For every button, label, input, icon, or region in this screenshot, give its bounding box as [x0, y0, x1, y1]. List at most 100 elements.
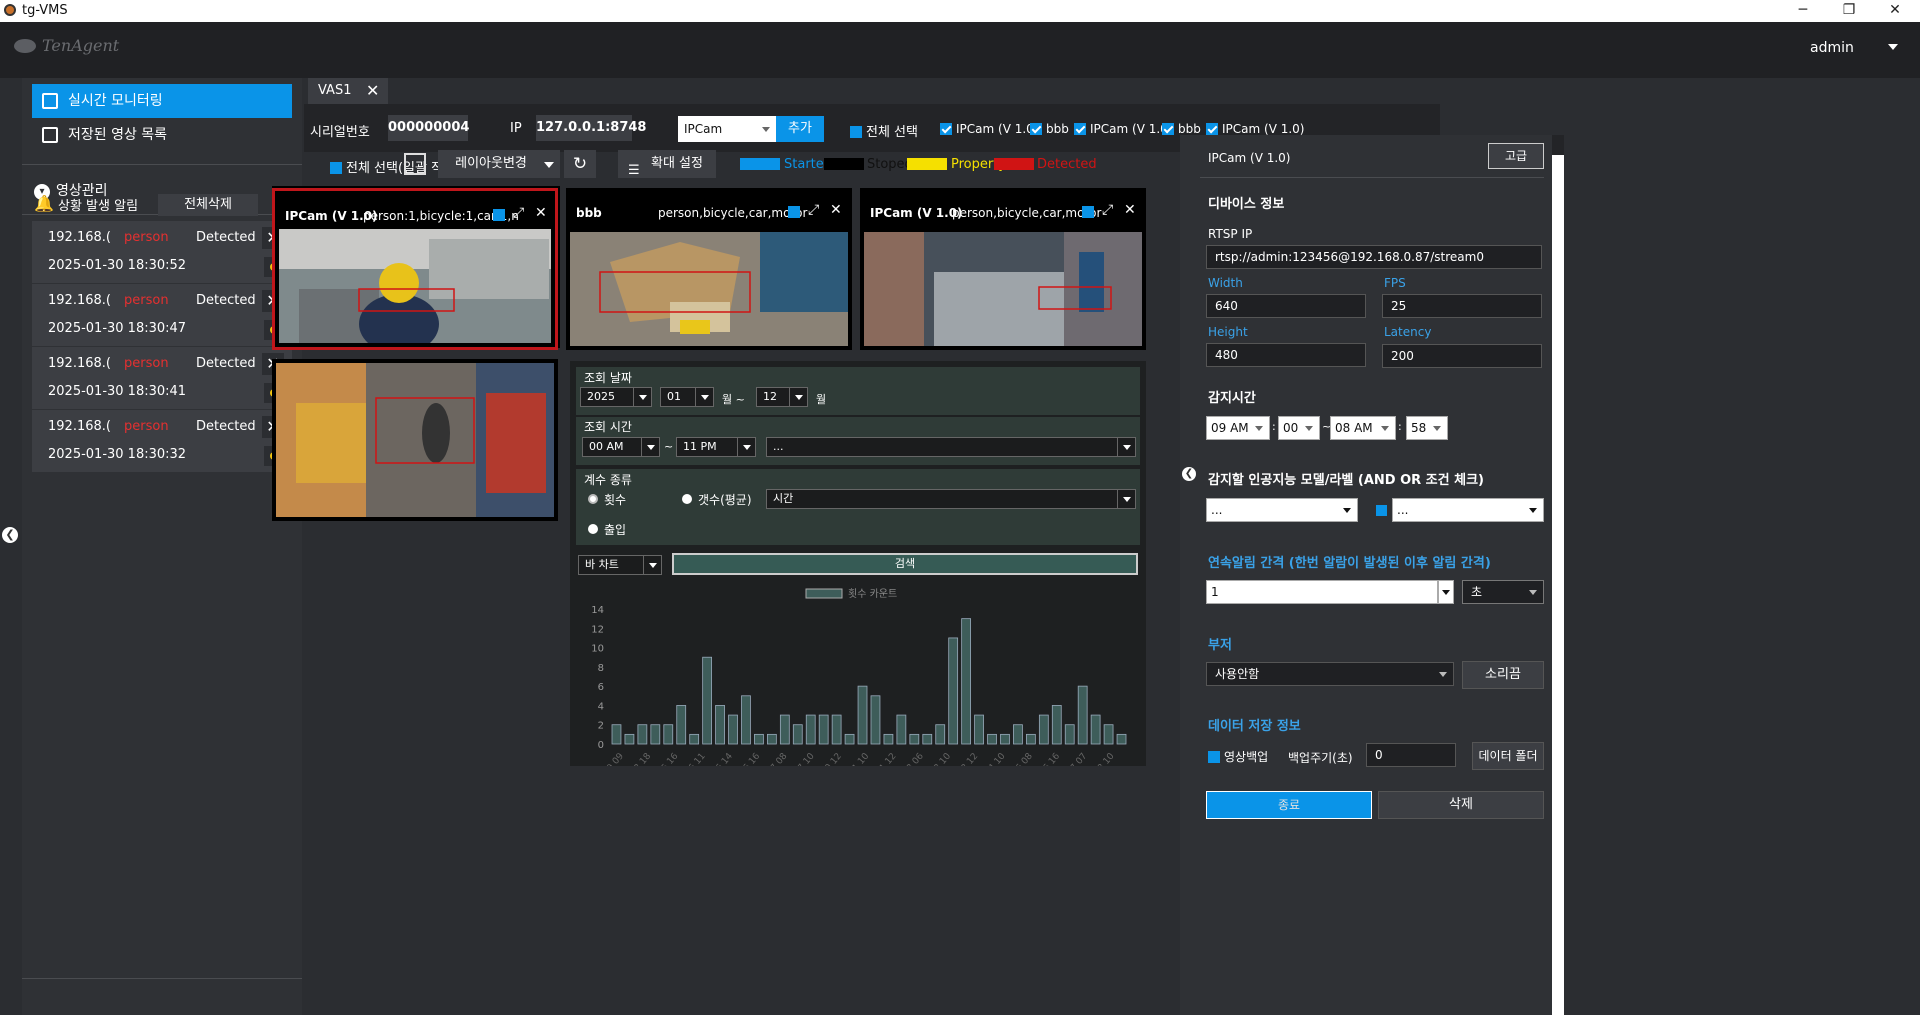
logo-text: TenAgent	[42, 36, 120, 55]
interval-spinner[interactable]	[1438, 580, 1454, 604]
count-type-label: 계수 종류	[584, 473, 632, 487]
bar	[715, 705, 725, 745]
weekday-select[interactable]: ...	[766, 437, 1136, 457]
nav-saved-videos[interactable]: 저장된 영상 목록	[32, 118, 292, 152]
bar	[766, 733, 777, 745]
radio-count[interactable]: 횟수	[588, 491, 626, 508]
video-frame	[276, 363, 554, 517]
window-title: tg-VMS	[22, 3, 68, 18]
bar	[844, 733, 855, 745]
x-tick-label: 16 11	[683, 752, 707, 766]
camera-video-feed	[279, 207, 551, 343]
label-select[interactable]: ...	[1392, 498, 1544, 522]
month-from-select[interactable]: 01	[660, 387, 714, 407]
collapse-right-icon[interactable]: ❮	[1182, 467, 1196, 481]
search-button[interactable]: 검색	[672, 553, 1138, 575]
x-tick-label: 21 10	[847, 751, 871, 766]
collapse-left-icon[interactable]: ❮	[2, 527, 18, 543]
period-select[interactable]: 시간	[766, 489, 1136, 509]
close-window-button[interactable]: ✕	[1872, 0, 1918, 22]
time-to-select[interactable]: 11 PM	[676, 437, 756, 457]
grid-toggle-checkbox[interactable]	[404, 153, 426, 175]
ip-input[interactable]: 127.0.0.1:8748	[536, 115, 646, 141]
monitor-icon	[42, 93, 58, 109]
month-to-value: 12	[763, 390, 777, 403]
radio-label: 출입	[604, 523, 627, 537]
model-select[interactable]: ...	[1206, 498, 1358, 522]
scrollbar-thumb[interactable]	[1552, 155, 1564, 1015]
interval-title: 연속알림 간격 (한번 알람이 발생된 이후 알림 간격)	[1208, 556, 1491, 571]
start-minute-select[interactable]: 00	[1278, 416, 1320, 440]
maximize-button[interactable]: ❐	[1826, 0, 1872, 22]
end-minute-select[interactable]: 58	[1406, 416, 1448, 440]
fps-input[interactable]: 25	[1382, 294, 1542, 318]
end-hour-select[interactable]: 08 AM	[1330, 416, 1396, 440]
device-checkbox-2[interactable]: bbb	[1030, 122, 1069, 136]
device-type-select[interactable]: IPCam	[678, 116, 776, 142]
bar	[818, 714, 829, 745]
chevron-down-icon	[762, 127, 770, 132]
interval-input[interactable]: 1	[1206, 580, 1438, 604]
clear-all-alerts-button[interactable]: 전체삭제	[158, 194, 258, 216]
ai-models-title: 감지할 인공지능 모델/라벨 (AND OR 조건 체크)	[1208, 473, 1484, 488]
chevron-down-icon	[1433, 426, 1441, 431]
bar	[676, 705, 687, 745]
serial-input[interactable]: 000000004	[388, 115, 469, 141]
device-checkbox-5[interactable]: IPCam (V 1.0)	[1206, 122, 1304, 136]
month-to-select[interactable]: 12	[756, 387, 808, 407]
alert-item: 192.168.( person Detected 2025-01-30 18:…	[32, 221, 292, 283]
tab-vas1[interactable]: VAS1 ✕	[308, 78, 388, 104]
time-from-select[interactable]: 00 AM	[582, 437, 660, 457]
sound-off-button[interactable]: 소리끔	[1462, 661, 1544, 689]
radio-average[interactable]: 갯수(평균)	[682, 491, 752, 508]
chart-type-value: 바 차트	[585, 558, 619, 571]
nav-realtime-monitoring[interactable]: 실시간 모니터링	[32, 84, 292, 118]
alert-ip: 192.168.(	[48, 419, 111, 434]
camera-tile-3[interactable]: IPCam (V 1.0) person,bicycle,car,motor ⤢…	[860, 188, 1146, 350]
alert-class: person	[124, 356, 169, 371]
delete-button[interactable]: 삭제	[1378, 791, 1544, 819]
statistics-panel: 조회 날짜 2025 01 월 ~ 12 월 조회 시간 00 AM ~ 11 …	[570, 361, 1146, 766]
refresh-icon[interactable]: ↻	[564, 150, 596, 178]
right-panel-scrollbar[interactable]	[1552, 135, 1564, 1015]
select-all-devices-checkbox[interactable]: 전체 선택	[850, 121, 918, 140]
device-checkbox-1[interactable]: IPCam (V 1.0)	[940, 122, 1038, 136]
advanced-button[interactable]: 고급	[1488, 143, 1544, 169]
add-device-button[interactable]: 추가	[776, 116, 824, 142]
height-input[interactable]: 480	[1206, 343, 1366, 367]
time-label: 조회 시간	[584, 420, 632, 434]
camera-tile-1[interactable]: IPCam (V 1.0) person:1,bicycle:1,car:1,n…	[272, 188, 558, 350]
chart-type-select[interactable]: 바 차트	[578, 555, 662, 575]
device-checkbox-4[interactable]: bbb	[1162, 122, 1201, 136]
legend-swatch-detected	[994, 158, 1034, 170]
buzzer-select[interactable]: 사용안함	[1206, 662, 1454, 686]
interval-unit-select[interactable]: 초	[1462, 580, 1544, 604]
bar	[1000, 733, 1010, 745]
and-or-checkbox[interactable]	[1376, 505, 1387, 516]
radio-inout[interactable]: 출입	[588, 521, 626, 538]
width-input[interactable]: 640	[1206, 294, 1366, 318]
backup-period-input[interactable]: 0	[1366, 743, 1456, 767]
minimize-button[interactable]: ─	[1780, 0, 1826, 22]
radio-label: 갯수(평균)	[698, 493, 752, 507]
user-menu-caret-icon[interactable]	[1888, 44, 1898, 50]
end-minute-value: 58	[1411, 421, 1427, 435]
y-tick-label: 6	[598, 682, 604, 693]
camera-tile-4[interactable]	[272, 359, 558, 521]
user-menu[interactable]: admin	[1810, 40, 1854, 56]
chevron-down-icon	[633, 388, 651, 406]
camera-tile-2[interactable]: bbb person,bicycle,car,motor ⤢ ✕	[566, 188, 852, 350]
year-select[interactable]: 2025	[580, 387, 652, 407]
data-folder-button[interactable]: 데이터 폴더	[1472, 742, 1544, 770]
expand-settings-button[interactable]: ☰ 확대 설정	[618, 150, 716, 178]
close-tab-icon[interactable]: ✕	[366, 78, 379, 104]
rtsp-input[interactable]: rtsp://admin:123456@192.168.0.87/stream0	[1206, 245, 1542, 269]
layout-change-dropdown[interactable]: 레이아웃변경	[438, 150, 560, 178]
device-checkbox-3[interactable]: IPCam (V 1.0)	[1074, 122, 1172, 136]
video-backup-checkbox[interactable]: 영상백업	[1208, 748, 1268, 765]
exit-button[interactable]: 종료	[1206, 791, 1372, 819]
chevron-down-icon	[643, 556, 661, 574]
latency-input[interactable]: 200	[1382, 344, 1542, 368]
start-hour-select[interactable]: 09 AM	[1206, 416, 1270, 440]
buzzer-title: 부저	[1208, 638, 1232, 653]
